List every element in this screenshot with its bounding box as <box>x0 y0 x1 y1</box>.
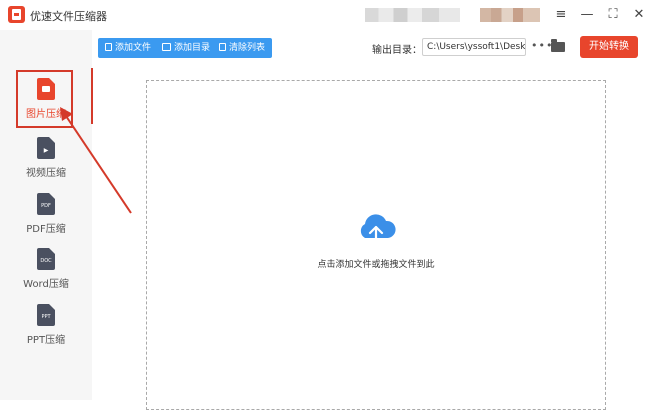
sidebar-item-label: Word压缩 <box>23 279 69 290</box>
folder-icon <box>162 43 171 51</box>
dropzone-hint: 点击添加文件或拖拽文件到此 <box>317 260 435 270</box>
video-file-icon: ▶ <box>37 137 55 159</box>
trash-icon <box>219 43 226 51</box>
add-folder-button[interactable]: 添加目录 <box>162 38 210 58</box>
sidebar-item-label: 视频压缩 <box>26 168 66 179</box>
toolbar: 添加文件 添加目录 清除列表 <box>98 38 272 58</box>
active-indicator <box>91 68 93 124</box>
output-path-field[interactable]: C:\Users\yssoft1\Deskt <box>422 38 526 56</box>
open-folder-icon[interactable] <box>551 39 565 52</box>
sidebar-item-label: PDF压缩 <box>26 224 66 235</box>
pdf-file-icon: PDF <box>37 193 55 215</box>
add-file-label: 添加文件 <box>115 43 152 53</box>
clear-list-label: 清除列表 <box>229 43 266 53</box>
sidebar-item-word-compress[interactable]: DOC Word压缩 <box>0 246 92 302</box>
add-folder-label: 添加目录 <box>174 43 211 53</box>
clear-list-button[interactable]: 清除列表 <box>219 38 265 58</box>
ppt-file-icon: PPT <box>37 304 55 326</box>
title-bar: 优速文件压缩器 ≡ — ⛶ ✕ <box>0 0 658 30</box>
app-logo-icon <box>8 6 25 23</box>
start-convert-button[interactable]: 开始转换 <box>580 36 638 58</box>
cloud-upload-icon[interactable] <box>355 212 397 248</box>
restore-icon[interactable]: ⛶ <box>604 6 622 24</box>
output-dir-label: 输出目录： <box>372 45 422 56</box>
sidebar-item-video-compress[interactable]: ▶ 视频压缩 <box>0 135 92 191</box>
highlight-box <box>16 70 73 128</box>
sidebar-item-pdf-compress[interactable]: PDF PDF压缩 <box>0 191 92 247</box>
blurred-avatar <box>480 8 540 22</box>
add-file-button[interactable]: 添加文件 <box>105 38 151 58</box>
sidebar-item-ppt-compress[interactable]: PPT PPT压缩 <box>0 302 92 358</box>
file-icon <box>105 43 112 51</box>
doc-file-icon: DOC <box>37 248 55 270</box>
menu-icon[interactable]: ≡ <box>552 6 570 24</box>
close-icon[interactable]: ✕ <box>630 6 648 24</box>
minimize-icon[interactable]: — <box>578 6 596 24</box>
sidebar-item-label: PPT压缩 <box>26 335 66 346</box>
blurred-user-info <box>365 8 460 22</box>
app-title: 优速文件压缩器 <box>30 10 107 23</box>
